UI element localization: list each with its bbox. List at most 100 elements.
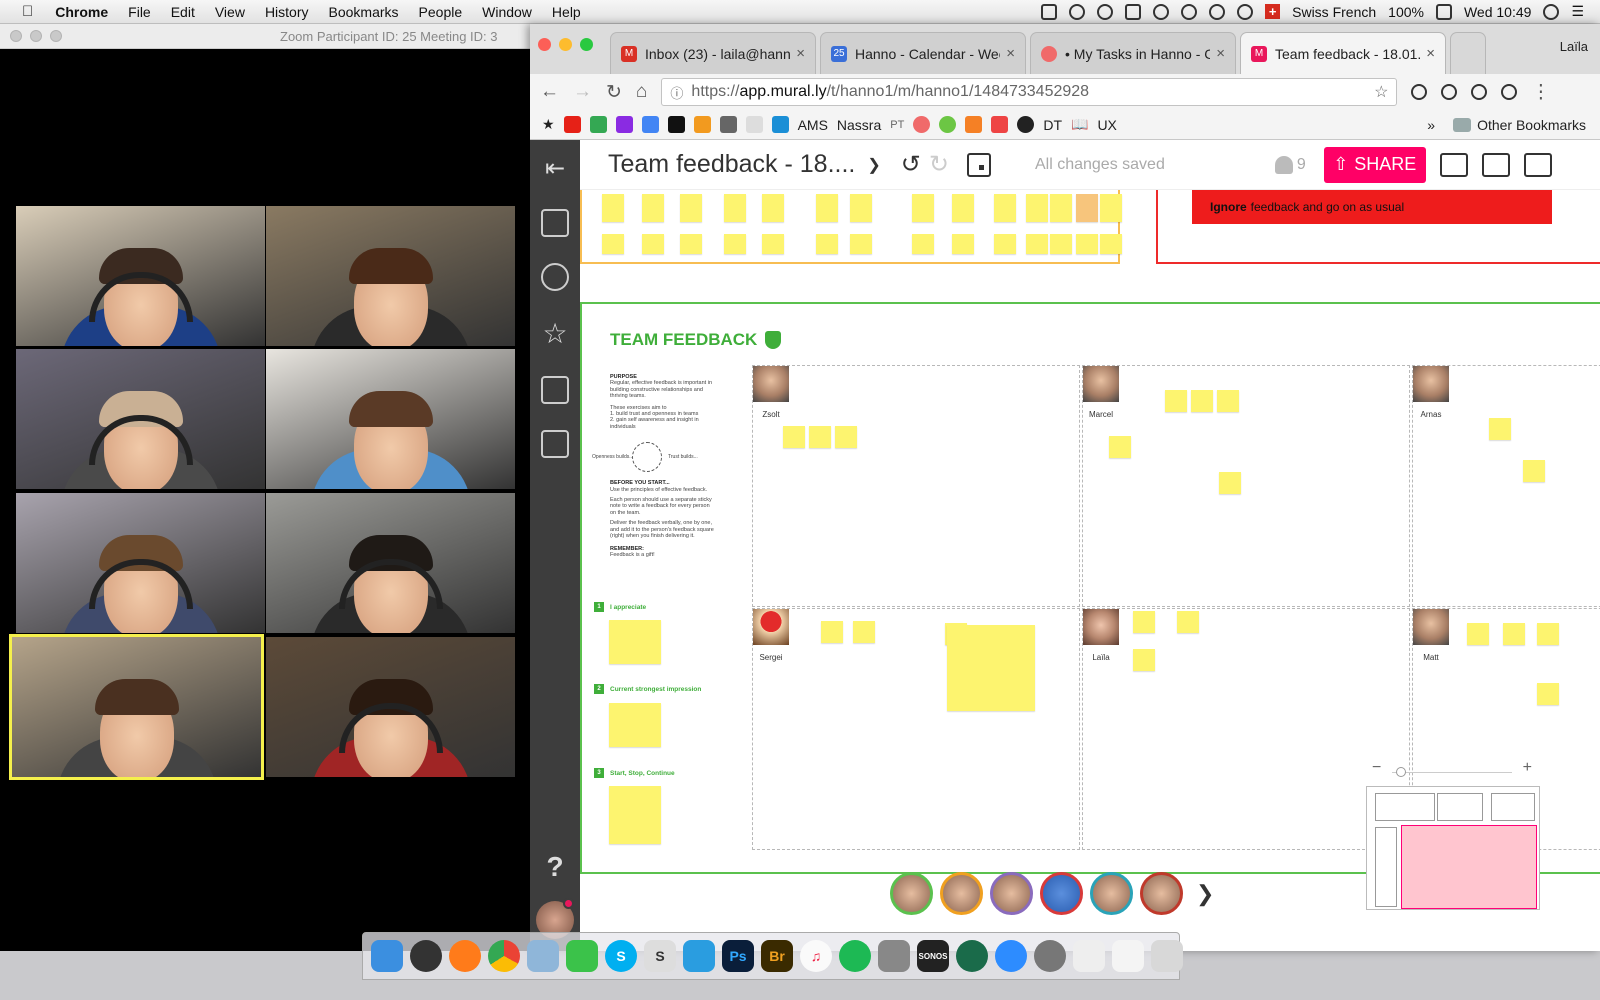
notification-center-icon[interactable]: ☰ [1571,3,1584,20]
slack-icon[interactable]: S [644,940,676,972]
page-bookmark-icon[interactable] [745,116,763,133]
zoom-in-icon[interactable]: + [1523,759,1532,777]
calculator-icon[interactable] [878,940,910,972]
help-icon[interactable]: ? [546,851,563,883]
menu-edit[interactable]: Edit [171,4,195,20]
feedback-sticky[interactable] [1177,611,1199,633]
template-sticky-3[interactable] [609,786,661,844]
collaborator-avatar[interactable] [1040,872,1083,915]
sticky-note[interactable] [1100,234,1122,254]
participant-video-tile[interactable] [9,634,264,780]
participant-video-tile[interactable] [266,637,515,777]
bookmark-pt[interactable]: PT [890,119,904,131]
tab-mural[interactable]: M Team feedback - 18.01.2 × [1240,32,1446,74]
new-tab-button[interactable] [1450,32,1486,74]
launchpad-icon[interactable] [410,940,442,972]
ce-bookmark-icon[interactable] [991,116,1009,133]
time-machine-dock-icon[interactable] [956,940,988,972]
focus-icon[interactable] [966,152,991,177]
zoom-slider-knob[interactable] [1396,767,1406,777]
sticky-note[interactable] [602,234,624,254]
menu-file[interactable]: File [128,4,151,20]
exit-icon[interactable]: ⇤ [545,154,565,183]
sticky-note[interactable] [724,234,746,254]
close-button[interactable] [10,30,22,42]
tab-calendar[interactable]: 25 Hanno - Calendar - Wee × [820,32,1026,74]
translate-bookmark-icon[interactable] [641,116,659,133]
sticky-note[interactable] [602,194,624,222]
feedback-sticky[interactable] [1165,390,1187,412]
close-tab-icon[interactable]: × [1006,45,1015,62]
zoom-track[interactable] [1392,772,1512,773]
tab-asana[interactable]: • My Tasks in Hanno - C × [1030,32,1236,74]
feedback-cell[interactable]: Marcel [1082,365,1410,607]
feedback-sticky[interactable] [1537,683,1559,705]
sticky-note[interactable] [1076,234,1098,254]
image-tool-icon[interactable] [541,430,569,458]
lock-icon[interactable] [1153,3,1170,20]
sticky-note[interactable] [816,194,838,222]
reload-icon[interactable]: ↻ [606,81,622,104]
sticky-note[interactable] [952,234,974,254]
chevron-down-icon[interactable]: ❯ [867,155,880,175]
trash-icon[interactable] [1151,940,1183,972]
activity-icon[interactable] [1481,152,1510,177]
app-menu-chrome[interactable]: Chrome [55,4,108,20]
feedback-cell[interactable]: Sergei [752,608,1080,850]
github-bookmark-icon[interactable] [1017,116,1035,133]
sticky-note[interactable] [1026,234,1048,254]
share-button[interactable]: ⇧ SHARE [1323,146,1426,183]
minimap-viewport[interactable] [1401,825,1537,909]
back-icon[interactable]: ← [540,81,559,103]
sync-icon[interactable] [1181,3,1198,20]
sticky-note-tool-icon[interactable] [541,209,569,237]
undo-icon[interactable]: ↺ [901,150,921,179]
sticky-note[interactable] [912,234,934,254]
sticky-note[interactable] [642,194,664,222]
close-button[interactable] [538,38,551,51]
shield-bookmark-icon[interactable] [771,116,789,133]
battery-percent[interactable]: 100% [1388,4,1424,20]
clock[interactable]: Wed 10:49 [1464,4,1531,20]
zoom-button[interactable] [50,30,62,42]
feedback-sticky[interactable] [1537,623,1559,645]
bookmark-star-icon[interactable]: ☆ [1374,82,1388,102]
sonos-icon[interactable]: SONOS [917,940,949,972]
sticky-note[interactable] [816,234,838,254]
documents-icon[interactable] [1112,940,1144,972]
bookmark-star-icon[interactable]: ★ [542,116,555,133]
sticky-note[interactable] [680,194,702,222]
collaborator-avatar[interactable] [1090,872,1133,915]
feedback-sticky[interactable] [1109,436,1131,458]
feedback-sticky[interactable] [1217,390,1239,412]
bridge-icon[interactable]: Br [761,940,793,972]
youtube-bookmark-icon[interactable] [563,116,581,133]
firefox-icon[interactable] [449,940,481,972]
template-sticky-2[interactable] [609,703,661,747]
sticky-note[interactable] [642,234,664,254]
feedback-sticky[interactable] [1503,623,1525,645]
zoom-control[interactable]: − + [1372,759,1532,783]
menu-help[interactable]: Help [552,4,581,20]
screen-record-icon[interactable] [1125,3,1142,20]
preview-icon[interactable] [527,940,559,972]
participant-video-tile[interactable] [266,206,515,346]
feedback-sticky[interactable] [835,426,857,448]
feedback-cell[interactable]: Zsolt [752,365,1080,607]
finder-icon[interactable] [371,940,403,972]
extension-icon[interactable] [1501,84,1518,100]
participant-video-tile[interactable] [16,206,265,346]
participant-video-tile[interactable] [16,493,265,633]
shapes-tool-icon[interactable] [541,263,569,291]
extension-icon[interactable] [1441,84,1458,100]
feedback-sticky[interactable] [1467,623,1489,645]
zoom-out-icon[interactable]: − [1372,759,1381,777]
mural-title[interactable]: Team feedback - 18.... [608,150,855,179]
feedback-sticky[interactable] [853,621,875,643]
extension-icon[interactable] [1471,84,1488,100]
feedback-cell[interactable]: Arnas [1412,365,1600,607]
bookmark-ams[interactable]: AMS [798,117,828,133]
feedback-sticky[interactable] [1191,390,1213,412]
sticky-note[interactable] [912,194,934,222]
feedback-sticky[interactable] [1489,418,1511,440]
